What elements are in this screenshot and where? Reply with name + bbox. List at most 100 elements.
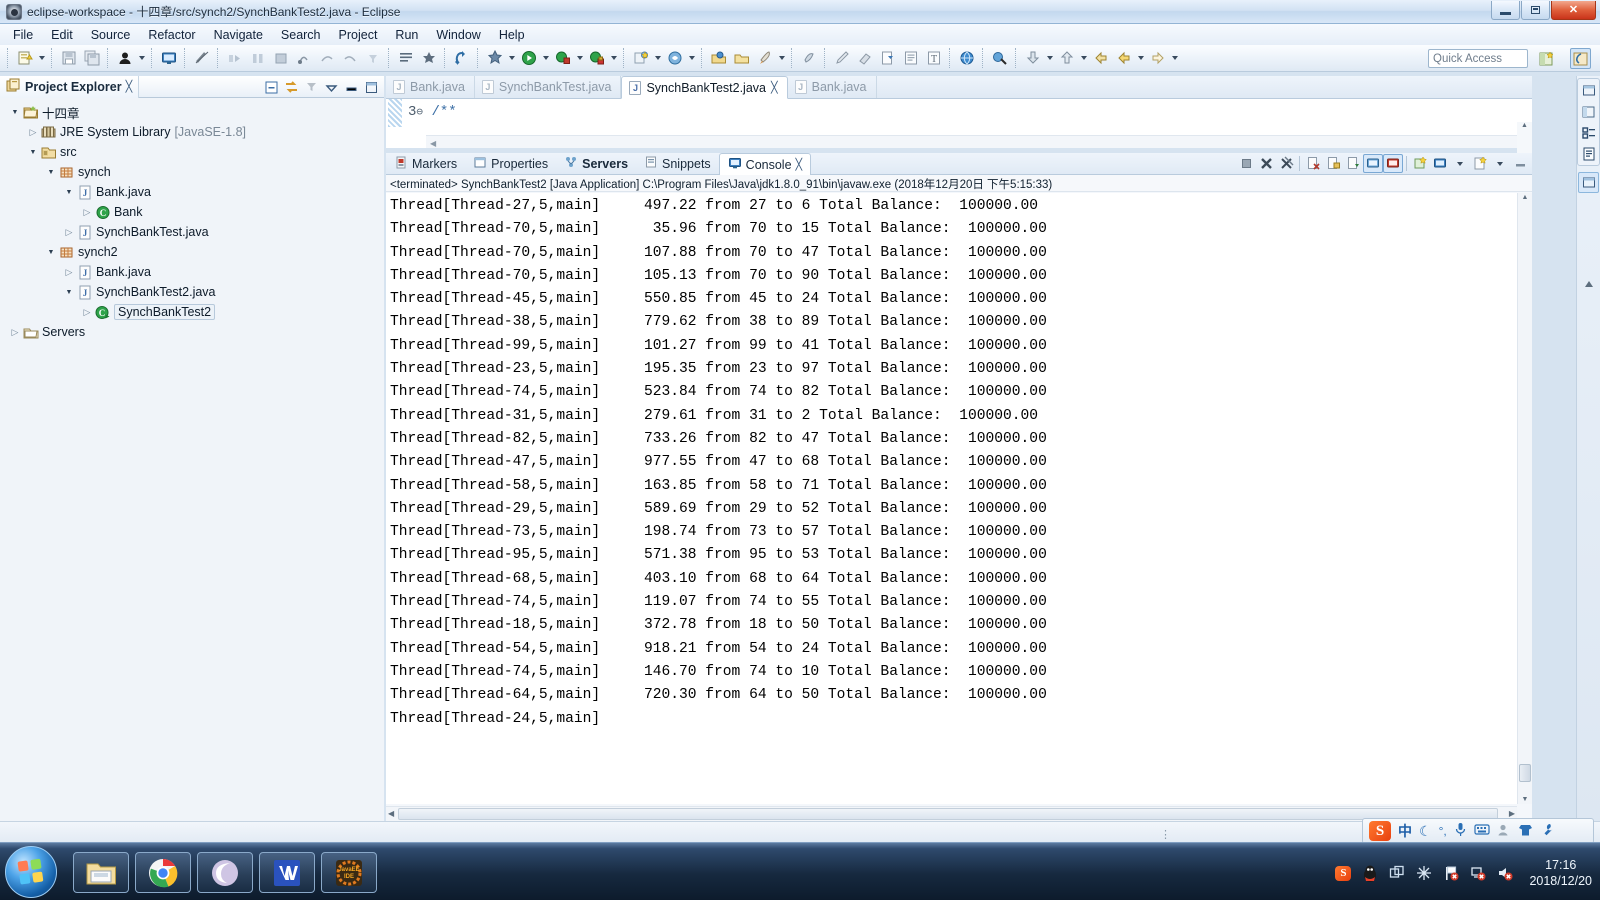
collapse-all-icon[interactable]: [262, 78, 281, 96]
tree-item-bank-java[interactable]: ▷ J Bank.java: [2, 262, 384, 282]
tree-item-servers[interactable]: ▷ Servers: [2, 322, 384, 342]
scroll-up-icon[interactable]: [1578, 273, 1599, 294]
eraser-icon[interactable]: [854, 48, 875, 69]
toggle-mark-occurrences-icon[interactable]: [191, 48, 212, 69]
console-view-icon[interactable]: [1578, 172, 1599, 193]
twisty-expanded-icon[interactable]: ▼: [44, 249, 58, 256]
console-vertical-scrollbar[interactable]: ▲ ▼: [1517, 193, 1532, 804]
close-icon[interactable]: ╳: [771, 81, 778, 94]
close-button[interactable]: ✕: [1551, 1, 1596, 20]
scrollbar-thumb[interactable]: [398, 808, 1498, 820]
tab-markers[interactable]: Markers: [386, 153, 465, 174]
restore-perspective-icon[interactable]: [1578, 80, 1599, 101]
clear-console-icon[interactable]: [1303, 154, 1323, 173]
close-icon[interactable]: ╳: [126, 80, 133, 93]
debug-dropdown-arrow[interactable]: [574, 48, 585, 69]
coverage-dropdown-arrow[interactable]: [608, 48, 619, 69]
tab-snippets[interactable]: Snippets: [636, 153, 719, 174]
tree-item-synchbanktest-java[interactable]: ▷ J SynchBankTest.java: [2, 222, 384, 242]
pin-console-icon[interactable]: [1363, 154, 1383, 173]
step-return-icon[interactable]: [339, 48, 360, 69]
forward-dropdown-arrow[interactable]: [1169, 48, 1180, 69]
resume-icon[interactable]: [316, 48, 337, 69]
editor-tab-synchbanktest-java[interactable]: J SynchBankTest.java: [475, 76, 622, 98]
scroll-up-icon[interactable]: ▲: [1521, 122, 1528, 129]
remove-all-terminated-icon[interactable]: [1276, 154, 1296, 173]
menu-source[interactable]: Source: [82, 26, 140, 44]
sogou-logo-icon[interactable]: S: [1369, 821, 1391, 841]
new-java-class-icon[interactable]: [451, 48, 472, 69]
user-icon[interactable]: [1497, 823, 1511, 840]
new-console-dropdown-arrow[interactable]: [1450, 154, 1470, 173]
view-menu-filter-icon[interactable]: [302, 78, 321, 96]
new-console-view-icon[interactable]: [1430, 154, 1450, 173]
quick-access-input[interactable]: Quick Access: [1428, 49, 1528, 68]
menu-search[interactable]: Search: [272, 26, 330, 44]
sogou-icon[interactable]: S: [1334, 864, 1352, 882]
minimize-icon[interactable]: [342, 78, 361, 96]
punctuation-icon[interactable]: °,: [1439, 824, 1447, 838]
minimize-icon[interactable]: [1510, 154, 1530, 173]
java-perspective-button[interactable]: [1570, 48, 1591, 69]
format-icon[interactable]: T: [923, 48, 944, 69]
back-yellow-icon[interactable]: [1113, 48, 1134, 69]
tab-properties[interactable]: Properties: [465, 153, 556, 174]
menu-edit[interactable]: Edit: [42, 26, 82, 44]
menu-window[interactable]: Window: [427, 26, 489, 44]
menu-run[interactable]: Run: [386, 26, 427, 44]
scrollbar-thumb[interactable]: [1519, 764, 1531, 782]
editor-tab-bank-java-2[interactable]: J Bank.java: [788, 76, 877, 98]
remove-launch-icon[interactable]: [1256, 154, 1276, 173]
editor-text-area[interactable]: 3⊖ /** ◀ ▲ ▼: [386, 99, 1532, 171]
debug-step-icon[interactable]: [293, 48, 314, 69]
tab-project-explorer[interactable]: Project Explorer ╳: [0, 75, 140, 98]
external-tools-icon[interactable]: [418, 48, 439, 69]
twisty-expanded-icon[interactable]: ▼: [8, 109, 22, 116]
menu-refactor[interactable]: Refactor: [139, 26, 204, 44]
chinese-mode-icon[interactable]: 中: [1398, 821, 1412, 841]
skin-icon[interactable]: [1518, 823, 1533, 840]
annotation-icon[interactable]: [395, 48, 416, 69]
keyboard-icon[interactable]: [1474, 823, 1490, 839]
qq-penguin-icon[interactable]: [1361, 864, 1379, 882]
scroll-down-icon[interactable]: ▼: [1518, 796, 1532, 803]
save-icon[interactable]: [58, 48, 79, 69]
toolbox-icon[interactable]: [1540, 823, 1554, 840]
person-dropdown-arrow[interactable]: [136, 48, 147, 69]
tab-console[interactable]: Console ╳: [718, 153, 812, 175]
terminate-icon[interactable]: [270, 48, 291, 69]
back-dropdown-arrow[interactable]: [1135, 48, 1146, 69]
scroll-up-icon[interactable]: ▲: [1518, 194, 1532, 201]
twisty-collapsed-icon[interactable]: ▷: [80, 207, 94, 218]
tree-item-synchbanktest2-java[interactable]: ▼ J SynchBankTest2.java: [2, 282, 384, 302]
menu-project[interactable]: Project: [330, 26, 387, 44]
outline-view-icon[interactable]: [1578, 143, 1599, 164]
taskbar-file-explorer[interactable]: [73, 852, 129, 893]
open-perspective-icon[interactable]: [1536, 48, 1557, 69]
twisty-collapsed-icon[interactable]: ▷: [62, 227, 76, 238]
back-icon[interactable]: [1090, 48, 1111, 69]
restore-button[interactable]: [1521, 1, 1550, 20]
new-wizard2-icon[interactable]: [630, 48, 651, 69]
scroll-left-icon[interactable]: ◀: [388, 809, 394, 818]
open-resource-icon[interactable]: [731, 48, 752, 69]
tree-item-synchbanktest2[interactable]: ▷ C SynchBankTest2: [2, 302, 384, 322]
download-icon[interactable]: [1022, 48, 1043, 69]
twisty-expanded-icon[interactable]: ▼: [26, 149, 40, 156]
link-icon[interactable]: [989, 48, 1010, 69]
menu-file[interactable]: File: [4, 26, 42, 44]
open-console-icon[interactable]: [1410, 154, 1430, 173]
open-type-icon[interactable]: [708, 48, 729, 69]
taskbar-clock[interactable]: 17:16 2018/12/20: [1529, 857, 1592, 889]
minimize-button[interactable]: [1491, 1, 1520, 20]
search-icon[interactable]: [664, 48, 685, 69]
export-icon[interactable]: [877, 48, 898, 69]
windows-tile-icon[interactable]: [1388, 864, 1406, 882]
twisty-expanded-icon[interactable]: ▼: [62, 289, 76, 296]
step-over-icon[interactable]: [247, 48, 268, 69]
menu-navigate[interactable]: Navigate: [205, 26, 272, 44]
editor-horizontal-scrollbar[interactable]: ◀: [426, 135, 1526, 148]
tree-item-src[interactable]: ▼ src: [2, 142, 384, 162]
link-with-editor-icon[interactable]: [282, 78, 301, 96]
taskbar-google-chrome[interactable]: [135, 852, 191, 893]
